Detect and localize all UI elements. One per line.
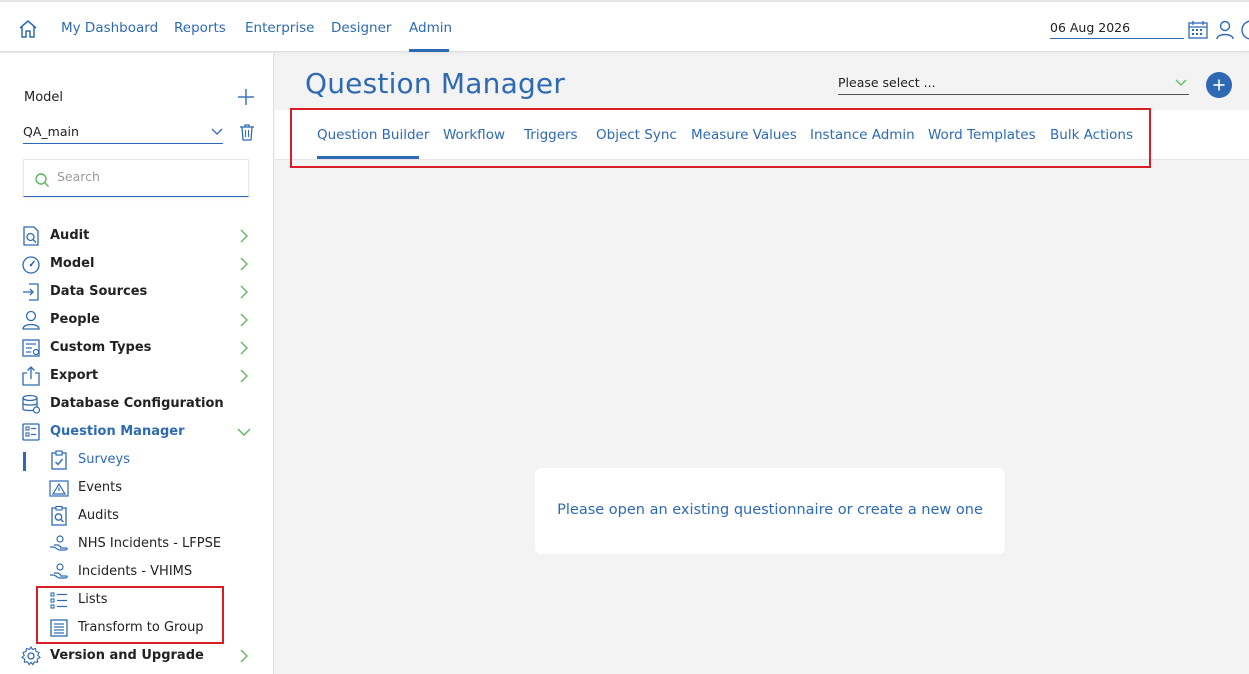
sub-item-label: Surveys	[78, 452, 130, 467]
active-item-indicator	[23, 452, 26, 471]
chevron-right-icon	[240, 341, 248, 355]
model-select[interactable]: QA_main	[23, 124, 223, 144]
top-navigation-bar: My Dashboard Reports Enterprise Designer…	[0, 0, 1249, 52]
sidebar-item-custom-types[interactable]: Custom Types	[20, 335, 255, 361]
sidebar-item-model[interactable]: Model	[20, 251, 255, 277]
person-icon	[22, 310, 40, 330]
sidebar-item-version-and-upgrade[interactable]: Version and Upgrade	[20, 643, 255, 669]
help-icon[interactable]	[1240, 19, 1249, 41]
export-icon	[22, 366, 40, 386]
sub-item-label: Audits	[78, 508, 119, 523]
highlight-box-sidebar	[36, 586, 224, 644]
sidebar-item-label: Data Sources	[50, 284, 148, 299]
sidebar-item-label: People	[50, 312, 100, 327]
questionnaire-select-value: Please select ...	[838, 75, 936, 90]
nav-reports[interactable]: Reports	[174, 20, 226, 36]
plus-icon	[1213, 79, 1225, 91]
home-icon[interactable]	[17, 18, 39, 40]
sub-item-incidents-vhims[interactable]: Incidents - VHIMS	[48, 559, 238, 585]
hand-icon	[50, 563, 68, 579]
chevron-right-icon	[240, 285, 248, 299]
nav-my-dashboard[interactable]: My Dashboard	[61, 20, 158, 36]
sidebar-item-export[interactable]: Export	[20, 363, 255, 389]
sidebar-item-people[interactable]: People	[20, 307, 255, 333]
empty-state-message: Please open an existing questionnaire or…	[557, 502, 983, 518]
warning-icon	[49, 480, 69, 497]
add-questionnaire-button[interactable]	[1206, 72, 1232, 98]
sidebar-title: Model	[24, 90, 64, 105]
calendar-icon[interactable]	[1187, 19, 1209, 41]
chevron-down-icon	[211, 128, 223, 135]
sub-item-label: Events	[78, 480, 123, 495]
trash-icon[interactable]	[239, 123, 255, 141]
custom-types-icon	[22, 339, 40, 357]
sidebar-item-label: Question Manager	[50, 424, 185, 439]
chevron-right-icon	[240, 313, 248, 327]
questionnaire-select[interactable]: Please select ...	[838, 75, 1189, 95]
date-field[interactable]: 06 Aug 2026	[1050, 20, 1184, 39]
database-icon	[22, 394, 41, 414]
sub-item-surveys[interactable]: Surveys	[48, 447, 238, 473]
sidebar-item-label: Version and Upgrade	[50, 648, 204, 663]
audit-icon	[23, 226, 39, 246]
chevron-right-icon	[240, 229, 248, 243]
sidebar-item-label: Export	[50, 368, 99, 383]
sidebar-item-audit[interactable]: Audit	[20, 223, 255, 249]
gear-icon	[21, 645, 41, 666]
chevron-down-icon	[237, 428, 251, 436]
user-icon[interactable]	[1214, 19, 1236, 41]
sub-item-label: NHS Incidents - LFPSE	[78, 536, 222, 551]
sidebar-item-database-configuration[interactable]: Database Configuration	[20, 391, 255, 417]
survey-icon	[51, 450, 67, 470]
search-box	[23, 159, 249, 197]
nav-designer[interactable]: Designer	[331, 20, 391, 36]
sidebar-item-label: Model	[50, 256, 95, 271]
nav-enterprise[interactable]: Enterprise	[245, 20, 314, 36]
nav-active-indicator	[409, 49, 449, 52]
empty-state-card: Please open an existing questionnaire or…	[535, 468, 1005, 554]
sidebar-item-label: Database Configuration	[50, 396, 224, 411]
sidebar-item-question-manager[interactable]: Question Manager	[20, 419, 255, 445]
search-icon	[35, 173, 49, 187]
sidebar-item-label: Custom Types	[50, 340, 152, 355]
gauge-icon	[22, 256, 40, 274]
sub-item-label: Incidents - VHIMS	[78, 564, 193, 579]
sidebar-item-data-sources[interactable]: Data Sources	[20, 279, 255, 305]
import-icon	[23, 283, 39, 301]
left-sidebar: Model QA_main Audit Model Data Sources P…	[0, 53, 274, 674]
search-input[interactable]	[57, 169, 237, 184]
highlight-box-tabs	[290, 108, 1151, 168]
chevron-right-icon	[240, 257, 248, 271]
sub-item-nhs-incidents-lfpse[interactable]: NHS Incidents - LFPSE	[48, 531, 238, 557]
question-manager-icon	[22, 423, 40, 441]
model-select-value: QA_main	[23, 124, 79, 139]
chevron-right-icon	[240, 649, 248, 663]
chevron-down-icon	[1175, 79, 1187, 86]
chevron-right-icon	[240, 369, 248, 383]
sub-item-audits[interactable]: Audits	[48, 503, 238, 529]
sidebar-item-label: Audit	[50, 228, 90, 243]
nav-admin[interactable]: Admin	[409, 20, 452, 36]
hand-icon	[50, 535, 68, 551]
sub-item-events[interactable]: Events	[48, 475, 238, 501]
audit-icon	[51, 505, 67, 526]
page-title: Question Manager	[305, 67, 566, 100]
add-model-icon[interactable]	[236, 87, 256, 107]
